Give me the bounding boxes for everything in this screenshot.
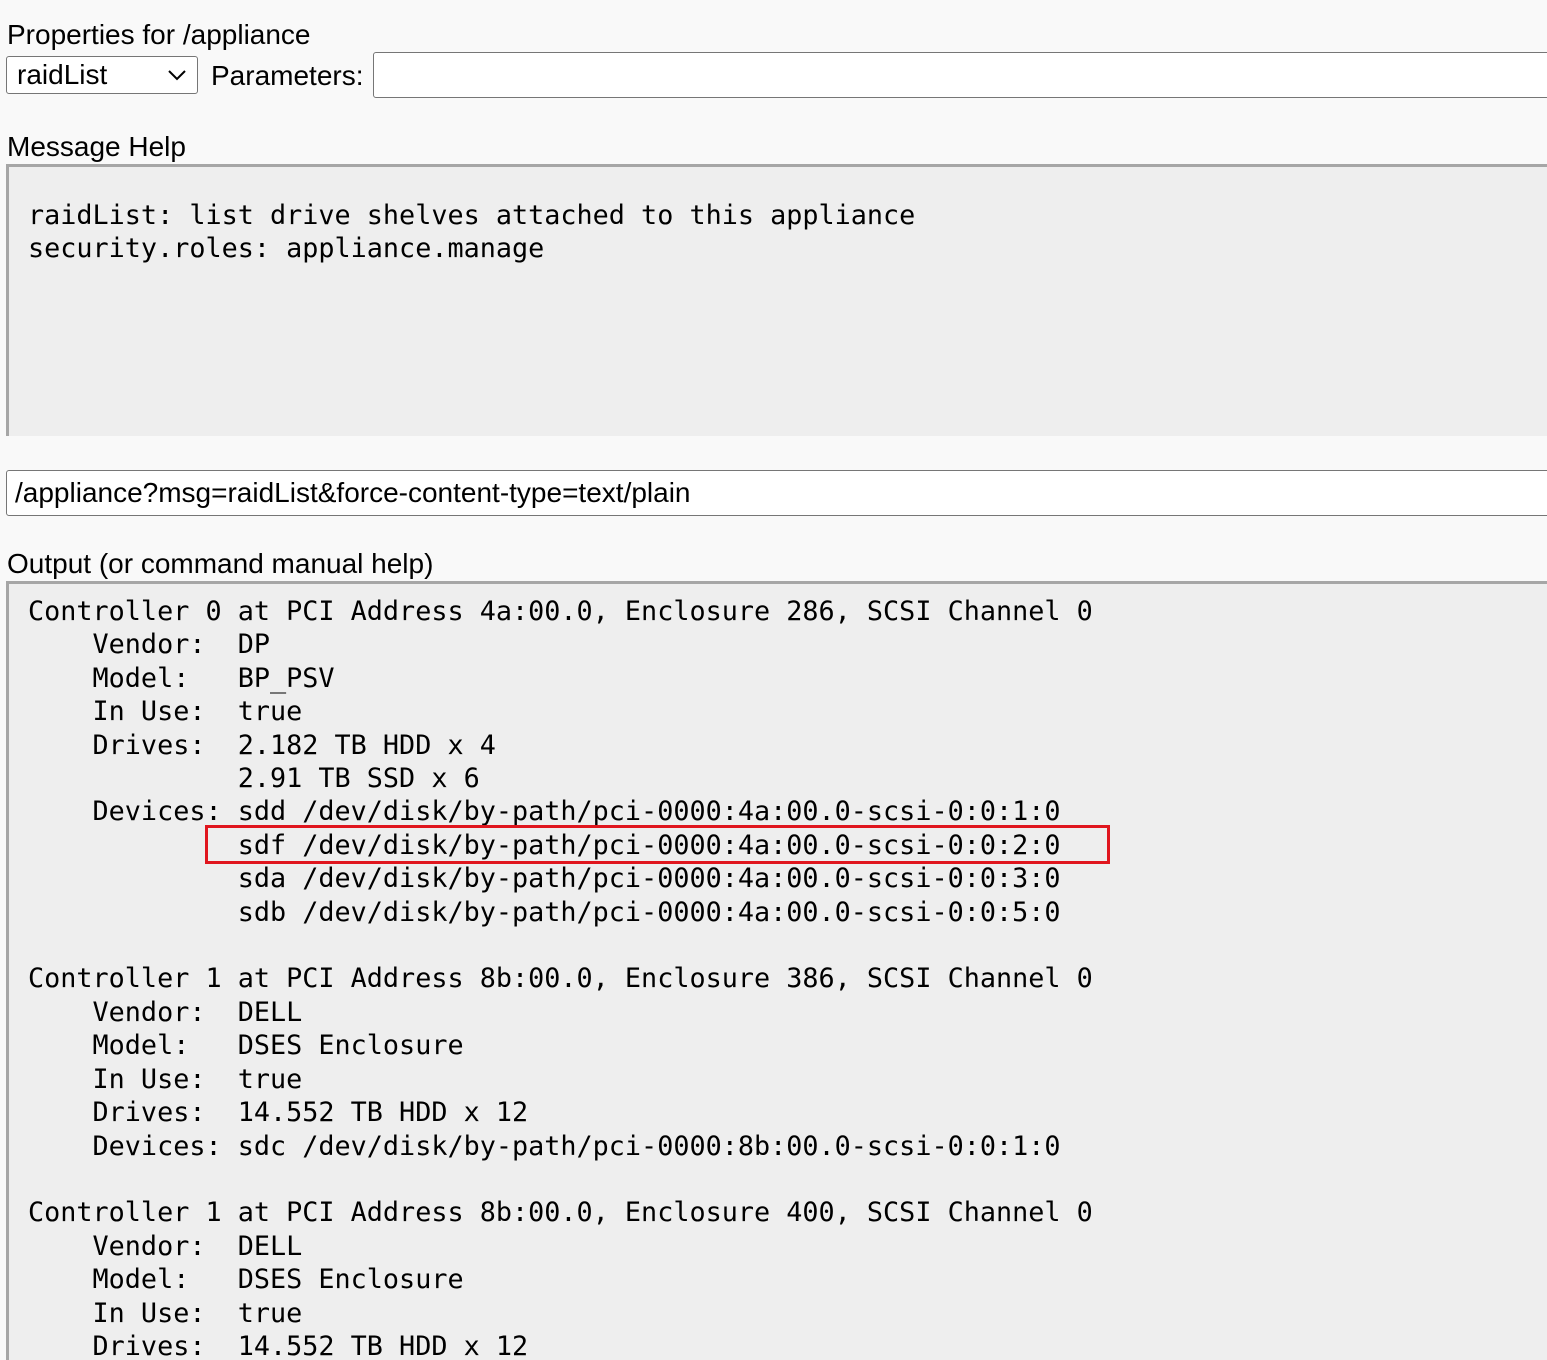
parameters-input[interactable]: [373, 52, 1547, 98]
chevron-down-icon: [168, 70, 186, 81]
output-textarea[interactable]: Controller 0 at PCI Address 4a:00.0, Enc…: [6, 581, 1547, 1360]
output-text: Controller 0 at PCI Address 4a:00.0, Enc…: [28, 596, 1093, 1360]
message-help-text: raidList: list drive shelves attached to…: [28, 200, 916, 265]
url-text: /appliance?msg=raidList&force-content-ty…: [15, 477, 691, 508]
properties-title: Properties for /appliance: [7, 19, 311, 50]
page: Properties for /appliance raidList Param…: [0, 0, 1547, 1360]
message-help-title: Message Help: [7, 131, 186, 162]
output-title: Output (or command manual help): [7, 548, 434, 579]
message-select-value: raidList: [17, 59, 108, 90]
message-help-textarea[interactable]: raidList: list drive shelves attached to…: [6, 164, 1547, 436]
url-input[interactable]: /appliance?msg=raidList&force-content-ty…: [6, 470, 1547, 516]
message-select[interactable]: raidList: [6, 56, 198, 94]
parameters-label: Parameters:: [211, 60, 364, 91]
